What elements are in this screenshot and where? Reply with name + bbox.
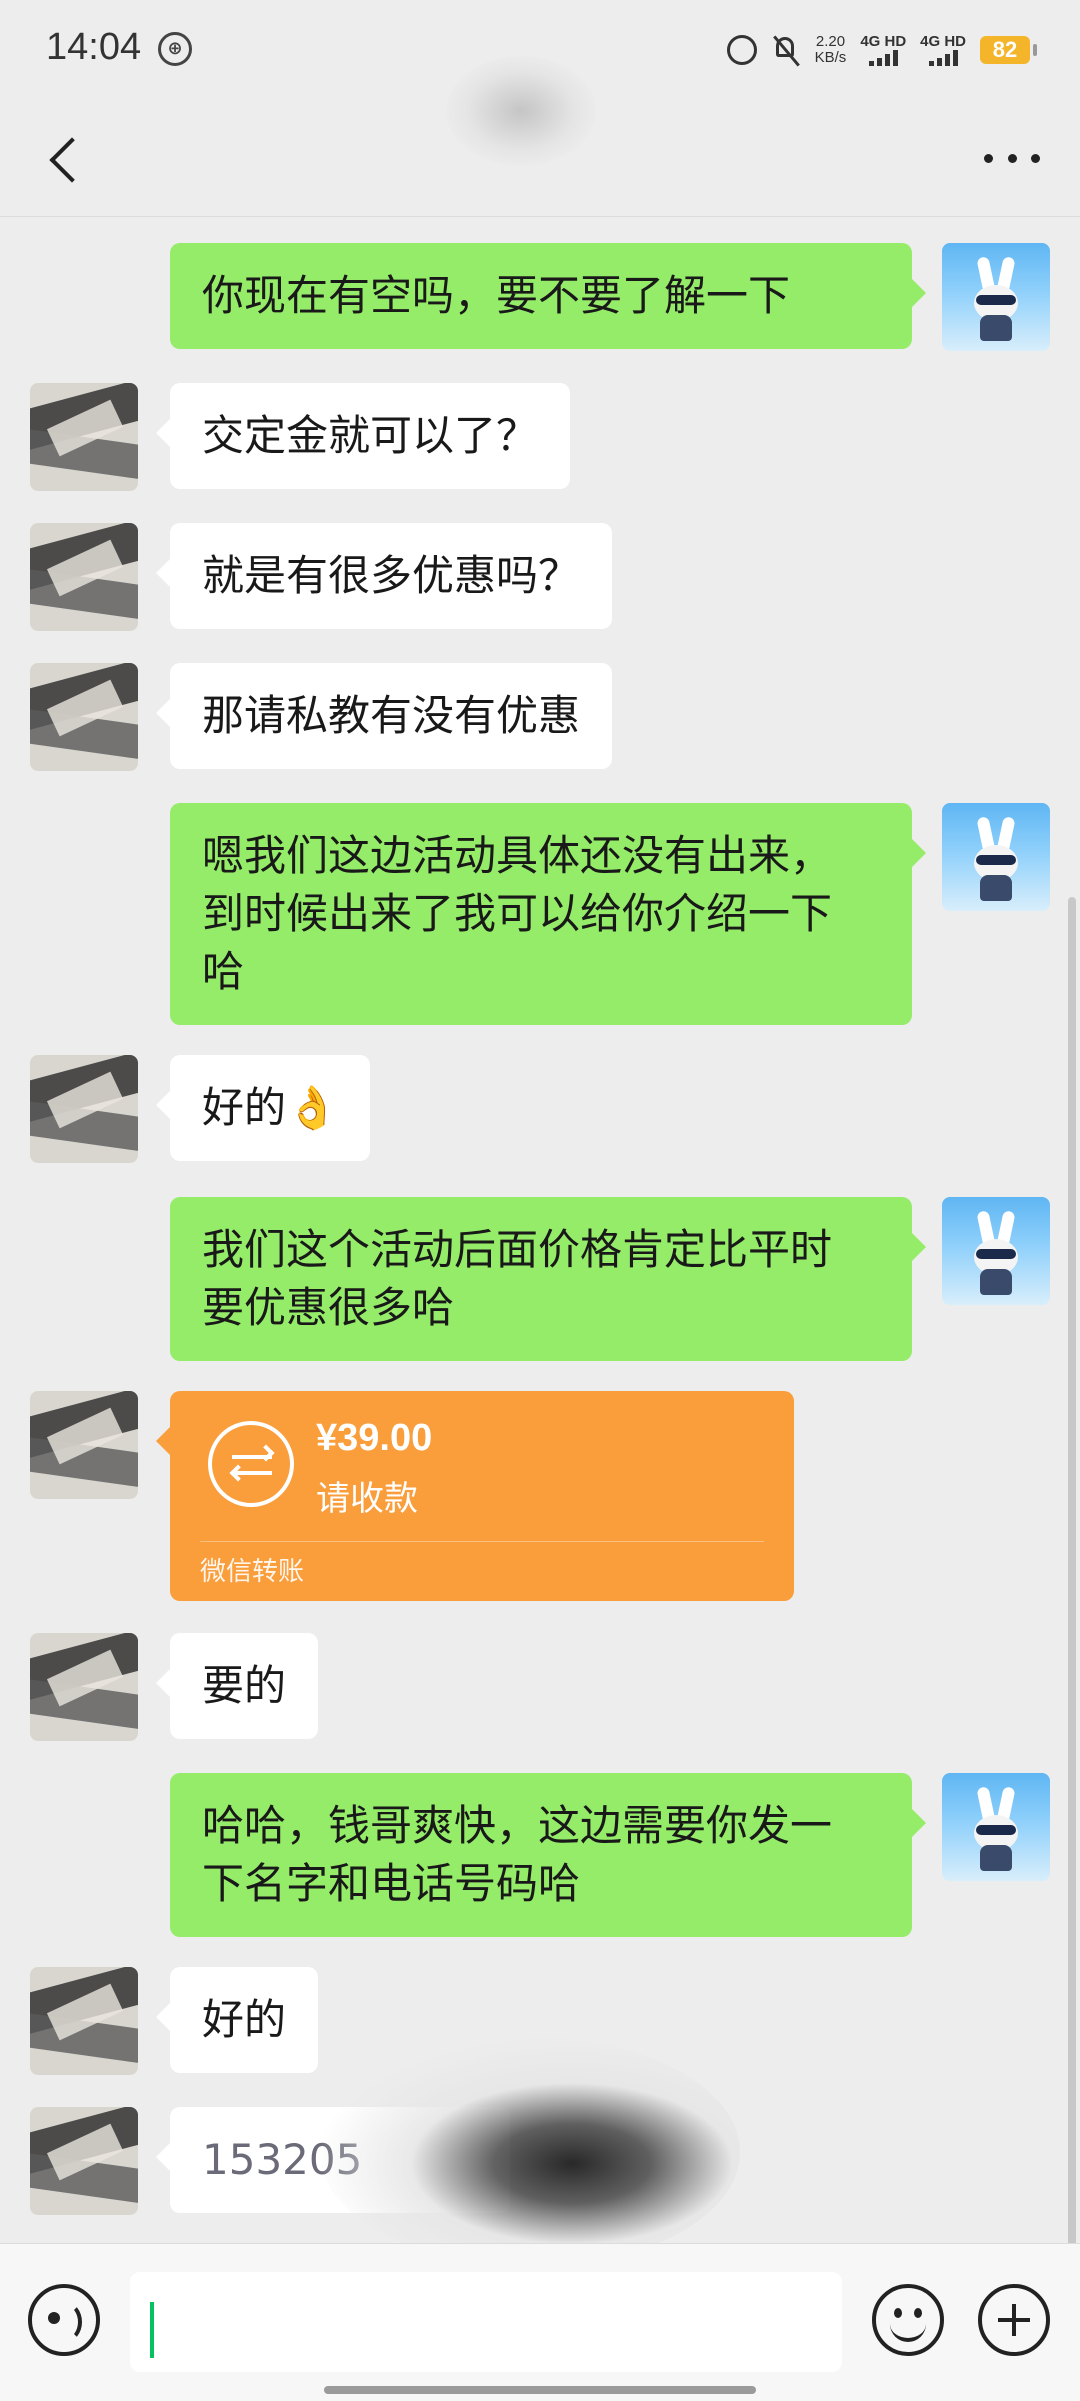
status-icons: 2.20 KB/s 4G HD 4G HD 82 [726,30,1037,70]
voice-icon[interactable] [28,2284,100,2356]
scrollbar[interactable] [1068,897,1076,2243]
message-bubble-in[interactable]: 要的 [155,1633,319,1739]
transfer-arrows-icon [208,1421,294,1507]
sim2-signal: 4G HD [920,34,966,66]
net-speed-value: 2.20 [815,33,846,50]
sim2-label: 4G HD [920,33,966,50]
hd-badge-icon: ⊕ [158,32,192,66]
battery-level: 82 [980,36,1037,64]
message-bubble-out[interactable]: 嗯我们这边活动具体还没有出来， 到时候出来了我可以给你介绍一下 哈 [170,803,926,1025]
redaction-scribble [320,2037,740,2243]
message-bubble-in[interactable]: 就是有很多优惠吗？ [155,523,613,629]
transfer-divider [200,1541,764,1542]
plus-icon[interactable] [978,2284,1050,2356]
self-avatar[interactable] [942,1197,1050,1305]
self-avatar[interactable] [942,243,1050,351]
peer-avatar[interactable] [30,2107,138,2215]
peer-avatar[interactable] [30,1633,138,1741]
message-bubble-in[interactable]: 那请私教有没有优惠 [155,663,613,769]
peer-avatar[interactable] [30,1055,138,1163]
net-speed: 2.20 KB/s [815,34,847,66]
self-avatar[interactable] [942,803,1050,911]
transfer-label: 微信转账 [200,1557,305,1587]
transfer-status: 请收款 [316,1479,418,1519]
title-redaction [446,56,596,166]
peer-avatar[interactable] [30,1391,138,1499]
message-input[interactable] [130,2272,842,2372]
net-speed-unit: KB/s [814,49,847,66]
peer-avatar[interactable] [30,383,138,491]
message-bubble-in[interactable]: 交定金就可以了？ [155,383,571,489]
peer-avatar[interactable] [30,663,138,771]
message-bubble-out[interactable]: 你现在有空吗，要不要了解一下 [170,243,926,349]
message-bubble-out[interactable]: 我们这个活动后面价格肯定比平时 要优惠很多哈 [170,1197,926,1361]
peer-avatar[interactable] [30,1967,138,2075]
sim1-label: 4G HD [860,33,907,50]
peer-avatar[interactable] [30,523,138,631]
message-bubble-out[interactable]: 哈哈，钱哥爽快，这边需要你发一 下名字和电话号码哈 [170,1773,926,1937]
back-arrow-icon[interactable] [44,130,84,186]
more-dots-icon[interactable] [984,146,1040,170]
sim1-signal: 4G HD [860,34,906,66]
signal-bars-icon [928,50,958,66]
message-bubble-in[interactable]: 好的👌 [155,1055,371,1161]
input-bar [0,2243,1080,2401]
emoji-icon[interactable] [872,2284,944,2356]
transfer-card[interactable]: ¥39.00 请收款 微信转账 [156,1391,794,1601]
transfer-amount: ¥39.00 [316,1417,433,1459]
chat-area[interactable]: 你现在有空吗，要不要了解一下 交定金就可以了？ 就是有很多优惠吗？ 那请私教有没… [0,217,1080,2243]
self-avatar[interactable] [942,1773,1050,1881]
text-caret [150,2302,154,2358]
alarm-icon [726,35,757,65]
mute-icon [771,34,801,66]
home-indicator[interactable] [324,2386,756,2394]
signal-bars-icon [868,50,898,66]
message-bubble-in[interactable]: 好的 [155,1967,319,2073]
status-time: 14:04 [46,26,142,68]
